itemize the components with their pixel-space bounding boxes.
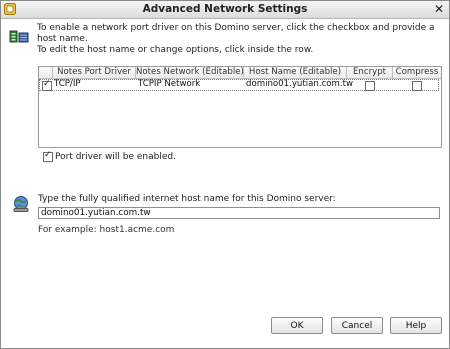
close-button[interactable]: ✕ [432, 2, 446, 16]
col-network-header[interactable]: Notes Network (Editable) [136, 67, 244, 79]
col-encrypt-header[interactable]: Encrypt [347, 67, 393, 79]
row-network[interactable]: TCPIP Network [138, 79, 200, 90]
cancel-button[interactable]: Cancel [331, 317, 383, 334]
intro-line-1: To enable a network port driver on this … [37, 23, 435, 44]
host-name-prompt: Type the fully qualified internet host n… [38, 194, 336, 204]
row-port-driver[interactable]: TCP/IP [54, 79, 81, 90]
row-encrypt-checkbox[interactable] [365, 81, 375, 91]
table-row[interactable] [39, 79, 439, 91]
row-compress-checkbox[interactable] [412, 81, 422, 91]
help-button[interactable]: Help [390, 317, 442, 334]
port-driver-enabled-label: Port driver will be enabled. [55, 152, 176, 162]
ok-button[interactable]: OK [271, 317, 323, 334]
port-driver-table[interactable]: Notes Port Driver Notes Network (Editabl… [38, 66, 442, 148]
globe-host-icon [13, 196, 29, 212]
col-host-name-header[interactable]: Host Name (Editable) [244, 67, 347, 79]
advanced-network-settings-dialog: Advanced Network Settings ✕ To enable a … [0, 0, 450, 349]
row-host-name[interactable]: domino01.yutian.com.tw [246, 79, 353, 90]
host-name-example: For example: host1.acme.com [38, 225, 175, 235]
port-driver-enabled-checkbox[interactable] [43, 150, 53, 162]
title-bar[interactable]: Advanced Network Settings ✕ [1, 1, 449, 19]
host-name-input[interactable] [38, 207, 440, 219]
col-port-driver-header[interactable]: Notes Port Driver [53, 67, 136, 79]
intro-text: To enable a network port driver on this … [37, 23, 445, 56]
col-compress-header[interactable]: Compress [393, 67, 441, 79]
dialog-title: Advanced Network Settings [142, 3, 308, 15]
col-enable-header[interactable] [39, 67, 53, 79]
row-enable-checkbox[interactable] [42, 79, 52, 91]
intro-line-2: To edit the host name or change options,… [37, 45, 314, 55]
network-port-icon [9, 30, 29, 43]
